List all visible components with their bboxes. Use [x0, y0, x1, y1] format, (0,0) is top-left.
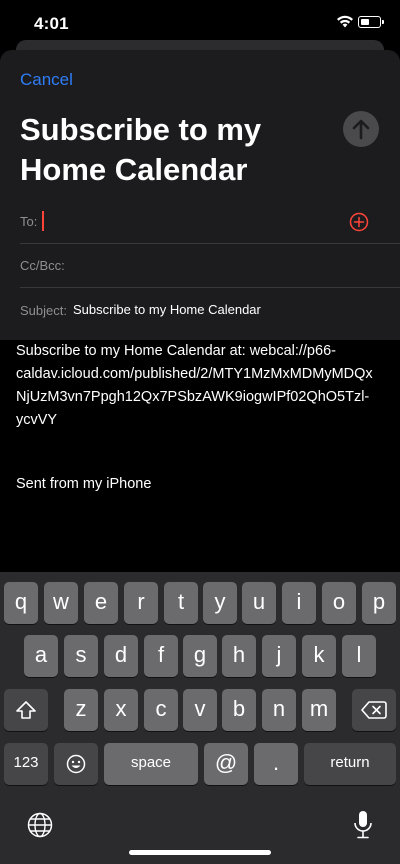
key-w[interactable]: w — [44, 582, 78, 624]
plus-circle-icon[interactable] — [349, 212, 369, 232]
body-line: ycvVY — [16, 412, 58, 428]
home-indicator[interactable] — [129, 850, 271, 855]
cc-bcc-field[interactable]: Cc/Bcc: — [20, 244, 400, 288]
key-q[interactable]: q — [4, 582, 38, 624]
signature: Sent from my iPhone — [16, 476, 152, 492]
key-o[interactable]: o — [322, 582, 356, 624]
key-l[interactable]: l — [342, 635, 376, 677]
body-line: Subscribe to my Home Calendar at: webcal… — [16, 343, 336, 359]
key-h[interactable]: h — [222, 635, 256, 677]
key-t[interactable]: t — [164, 582, 198, 624]
delete-key[interactable] — [352, 689, 396, 731]
key-j[interactable]: j — [262, 635, 296, 677]
send-button[interactable] — [343, 111, 379, 147]
key-p[interactable]: p — [362, 582, 396, 624]
key-e[interactable]: e — [84, 582, 118, 624]
key-n[interactable]: n — [262, 689, 296, 731]
key-v[interactable]: v — [183, 689, 217, 731]
key-c[interactable]: c — [144, 689, 178, 731]
numbers-key[interactable]: 123 — [4, 743, 48, 785]
body-line: caldav.icloud.com/published/2/MTY1MzMxMD… — [16, 366, 373, 382]
backspace-icon — [361, 701, 387, 719]
arrow-up-icon — [352, 119, 370, 140]
key-x[interactable]: x — [104, 689, 138, 731]
shift-key[interactable] — [4, 689, 48, 731]
at-key[interactable]: @ — [204, 743, 248, 785]
to-field[interactable]: To: — [20, 200, 400, 244]
space-key[interactable]: space — [104, 743, 198, 785]
dot-key[interactable]: . — [254, 743, 298, 785]
key-r[interactable]: r — [124, 582, 158, 624]
key-d[interactable]: d — [104, 635, 138, 677]
key-k[interactable]: k — [302, 635, 336, 677]
wifi-icon — [337, 15, 353, 28]
key-g[interactable]: g — [183, 635, 217, 677]
globe-icon[interactable] — [27, 812, 53, 838]
keyboard: q w e r t y u i o p a s d f g h j k l z … — [0, 572, 400, 864]
cancel-button[interactable]: Cancel — [20, 70, 73, 90]
message-body[interactable]: Subscribe to my Home Calendar at: webcal… — [16, 340, 386, 432]
status-time: 4:01 — [34, 14, 69, 33]
emoji-key[interactable] — [54, 743, 98, 785]
subject-label: Subject: — [20, 303, 67, 318]
return-key[interactable]: return — [304, 743, 396, 785]
subject-field[interactable]: Subject: Subscribe to my Home Calendar — [20, 289, 400, 333]
key-b[interactable]: b — [222, 689, 256, 731]
key-z[interactable]: z — [64, 689, 98, 731]
key-i[interactable]: i — [282, 582, 316, 624]
key-s[interactable]: s — [64, 635, 98, 677]
key-u[interactable]: u — [242, 582, 276, 624]
key-y[interactable]: y — [203, 582, 237, 624]
emoji-icon — [66, 754, 86, 774]
subject-value: Subscribe to my Home Calendar — [73, 302, 261, 317]
key-f[interactable]: f — [144, 635, 178, 677]
cc-bcc-label: Cc/Bcc: — [20, 258, 65, 273]
status-bar: 4:01 — [0, 0, 400, 44]
compose-title: Subscribe to my Home Calendar — [20, 112, 262, 187]
microphone-icon[interactable] — [353, 810, 373, 840]
shift-icon — [16, 701, 36, 719]
body-line: NjUzM3vn7Ppgh12Qx7PSbzAWK9iogwIPf02QhO5T… — [16, 389, 370, 405]
battery-icon — [358, 16, 384, 28]
key-m[interactable]: m — [302, 689, 336, 731]
to-label: To: — [20, 214, 38, 229]
text-cursor — [42, 211, 44, 231]
key-a[interactable]: a — [24, 635, 58, 677]
